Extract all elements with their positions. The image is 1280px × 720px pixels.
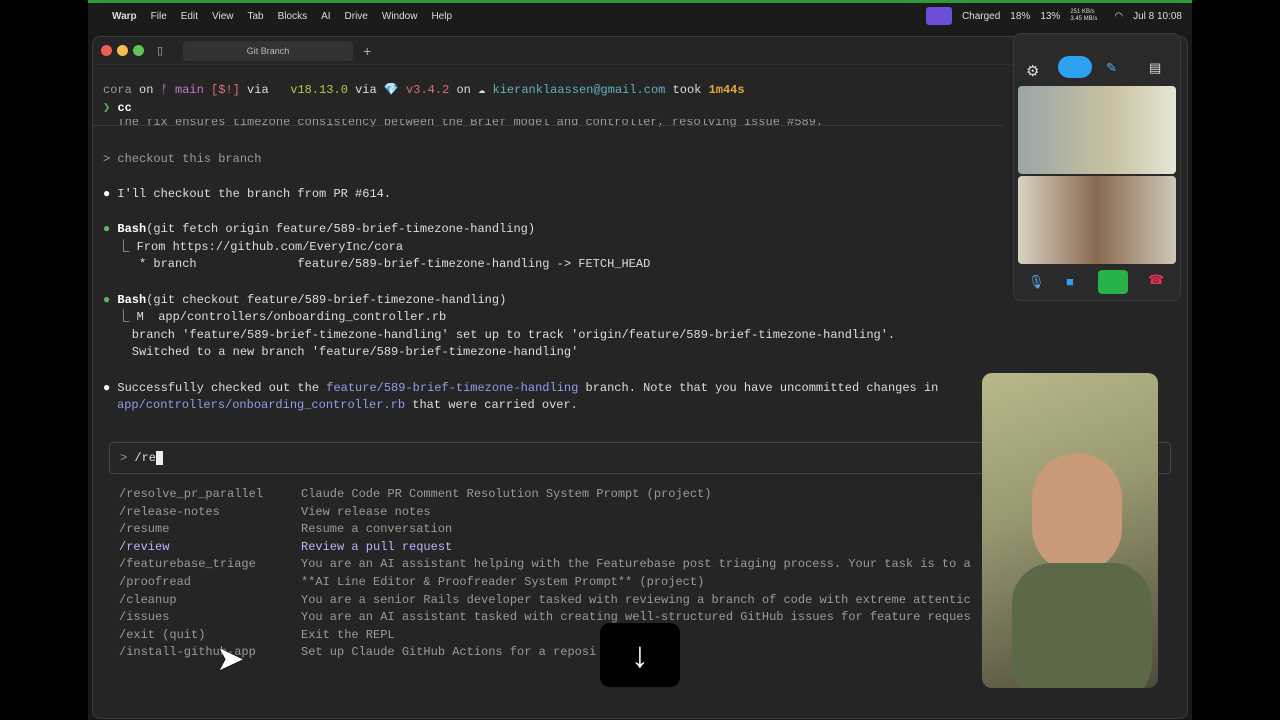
mem-stat: 13% <box>1040 10 1061 22</box>
command-item-name[interactable]: /resume <box>119 522 169 537</box>
maximize-button[interactable] <box>133 45 144 56</box>
command-item-name[interactable]: /cleanup <box>119 593 177 608</box>
tab-git-branch[interactable]: Git Branch <box>183 40 354 61</box>
bash-call-2: ● Bash(git checkout feature/589-brief-ti… <box>103 293 507 307</box>
command-item-name[interactable]: /issues <box>119 610 169 625</box>
command-item-description: Claude Code PR Comment Resolution System… <box>301 487 712 501</box>
command-item-description: You are a senior Rails developer tasked … <box>301 592 971 607</box>
scroll-to-bottom-button[interactable]: ↓ <box>600 623 680 687</box>
assistant-message: ● I'll checkout the branch from PR #614. <box>103 187 392 201</box>
participant-video <box>1018 176 1176 264</box>
net-stat: 251 KB/s 3.45 MB/s <box>1070 9 1098 22</box>
participant-video <box>1018 86 1176 174</box>
command-item-name[interactable]: /proofread <box>119 575 191 590</box>
minimize-button[interactable] <box>117 45 128 56</box>
bash-call-1: ● Bash(git fetch origin feature/589-brie… <box>103 222 536 236</box>
command-item-name[interactable]: /resolve_pr_parallel <box>119 487 263 502</box>
menu-window[interactable]: Window <box>382 11 418 22</box>
screen-share-button[interactable] <box>1098 270 1128 294</box>
screen-share-icon[interactable] <box>925 7 952 25</box>
menu-help[interactable]: Help <box>431 11 452 22</box>
camera-icon[interactable]: ■ <box>1066 274 1074 289</box>
new-tab-button[interactable]: + <box>363 43 371 59</box>
command-item-description: Resume a conversation <box>301 522 453 537</box>
command-item-description: **AI Line Editor & Proofreader System Pr… <box>301 575 705 589</box>
menu-blocks[interactable]: Blocks <box>278 11 307 22</box>
cpu-stat: 18% <box>1010 10 1031 22</box>
screen: Warp File Edit View Tab Blocks AI Drive … <box>88 0 1192 720</box>
hang-up-icon[interactable]: ☎ <box>1148 272 1164 288</box>
menu-ai[interactable]: AI <box>321 11 330 22</box>
menu-drive[interactable]: Drive <box>345 11 368 22</box>
bash-output: ⎿ M app/controllers/onboarding_controlle… <box>103 310 447 324</box>
bash-output: ⎿ From https://github.com/EveryInc/cora <box>103 240 404 254</box>
tab-title: Git Branch <box>246 45 290 56</box>
command-item-description: View release notes <box>301 504 431 519</box>
bash-output: * branch feature/589-brief-timezone-hand… <box>103 257 651 271</box>
menu-file[interactable]: File <box>151 11 167 22</box>
prompt-line: cora on ᚠ main [$!] via v18.13.0 via 💎 v… <box>103 83 745 97</box>
command-line: ❯ cc <box>103 101 132 115</box>
menu-bar: Warp File Edit View Tab Blocks AI Drive … <box>88 3 1192 29</box>
success-message: ● Successfully checked out the feature/5… <box>103 381 939 395</box>
menu-view[interactable]: View <box>212 11 234 22</box>
command-item-name[interactable]: /release-notes <box>119 505 220 520</box>
close-button[interactable] <box>101 45 112 56</box>
success-message-cont: app/controllers/onboarding_controller.rb… <box>117 398 578 412</box>
command-item-description: Review a pull request <box>301 539 453 554</box>
input-value: /re <box>134 451 157 466</box>
text-cursor <box>156 451 164 465</box>
bash-output: branch 'feature/589-brief-timezone-handl… <box>103 328 896 342</box>
bash-output: Switched to a new branch 'feature/589-br… <box>103 345 579 359</box>
webcam-video <box>982 373 1158 688</box>
battery-status[interactable]: Charged <box>962 11 1000 22</box>
command-item-name[interactable]: /review <box>119 540 169 555</box>
menu-edit[interactable]: Edit <box>181 11 198 22</box>
wifi-icon[interactable]: ◠ <box>1114 11 1123 22</box>
video-call-panel: ⚙ ✎ ▤ 🎙 ■ ☎ <box>1013 33 1181 301</box>
draw-icon[interactable]: ✎ <box>1106 60 1117 76</box>
sidebar-icon[interactable]: ▯ <box>157 44 163 57</box>
microphone-icon[interactable]: 🎙 <box>1028 274 1045 290</box>
chat-icon[interactable]: ▤ <box>1149 60 1161 76</box>
mouse-cursor-icon: ➤ <box>216 640 245 678</box>
app-menu[interactable]: Warp <box>112 11 137 22</box>
command-item-name[interactable]: /exit (quit) <box>119 628 205 643</box>
settings-icon[interactable]: ⚙ <box>1026 62 1039 80</box>
command-item-name[interactable]: /featurebase_triage <box>119 557 256 572</box>
clock[interactable]: Jul 8 10:08 <box>1133 11 1182 22</box>
user-message: > checkout this branch <box>103 152 262 166</box>
menu-tab[interactable]: Tab <box>248 11 264 22</box>
command-item-description: You are an AI assistant helping with the… <box>301 557 971 572</box>
effects-button[interactable] <box>1058 56 1092 78</box>
